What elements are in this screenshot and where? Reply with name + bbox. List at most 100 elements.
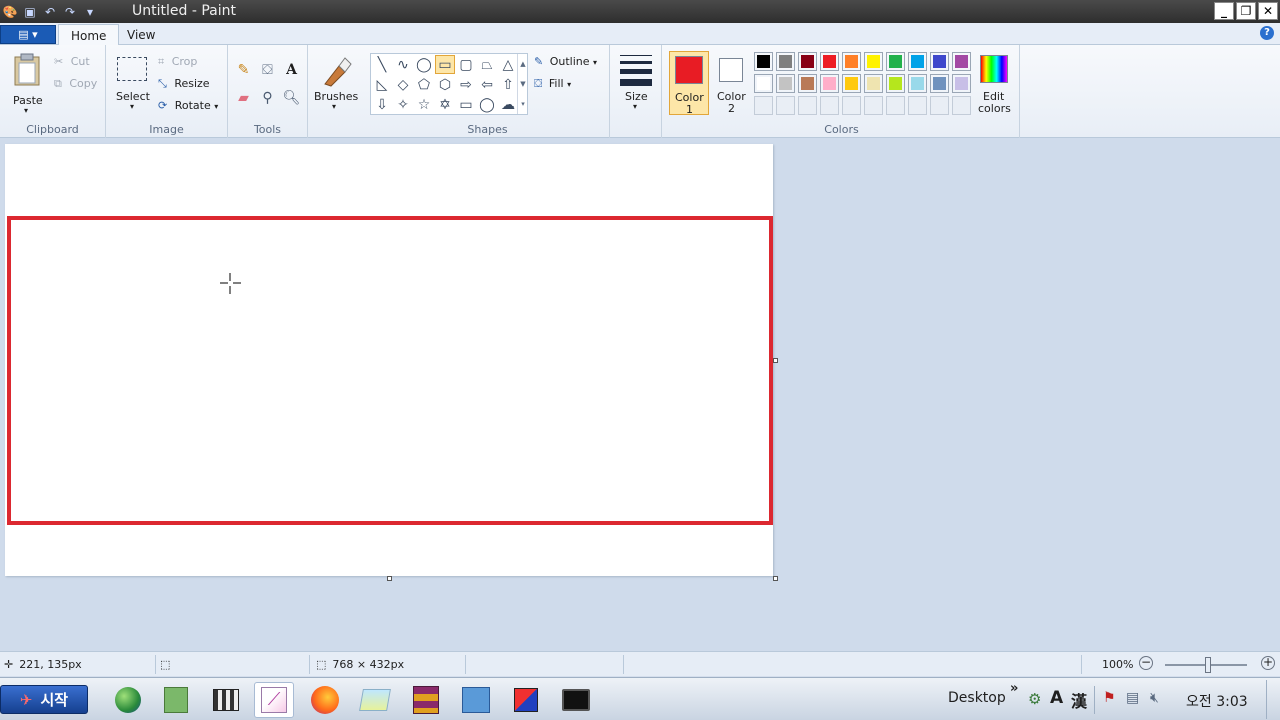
six-point-star-shape-icon[interactable]: ✡ xyxy=(435,95,455,114)
outline-button[interactable]: ✎ Outline ▾ xyxy=(534,55,597,68)
tab-view[interactable]: View xyxy=(115,24,167,46)
palette-swatch-empty[interactable] xyxy=(908,96,927,115)
paint-app-icon[interactable]: ⟋ xyxy=(254,682,294,718)
file-manager-icon[interactable] xyxy=(355,682,395,718)
copy-button[interactable]: ⧉ Copy xyxy=(54,77,97,91)
palette-swatch-empty[interactable] xyxy=(930,96,949,115)
archive-app-icon[interactable] xyxy=(406,682,446,718)
color-picker-icon[interactable]: ⚲ xyxy=(257,88,278,108)
palette-swatch[interactable] xyxy=(754,52,773,71)
palette-swatch[interactable] xyxy=(798,52,817,71)
movie-maker-icon[interactable] xyxy=(206,682,246,718)
zoom-slider-thumb[interactable] xyxy=(1205,657,1211,673)
help-icon[interactable]: ? xyxy=(1260,26,1274,40)
palette-swatch[interactable] xyxy=(820,52,839,71)
control-panel-icon[interactable] xyxy=(456,682,496,718)
palette-swatch-empty[interactable] xyxy=(820,96,839,115)
rounded-rectangle-shape-icon[interactable]: ▢ xyxy=(456,55,476,74)
palette-swatch-empty[interactable] xyxy=(886,96,905,115)
edit-colors-button[interactable]: Edit colors xyxy=(976,51,1014,115)
line-shape-icon[interactable]: ╲ xyxy=(372,55,392,74)
palette-swatch[interactable] xyxy=(908,74,927,93)
close-button[interactable]: ✕ xyxy=(1258,2,1278,20)
palette-swatch[interactable] xyxy=(864,52,883,71)
canvas-workspace[interactable] xyxy=(0,138,1280,651)
clock[interactable]: 오전 3:03 xyxy=(1186,691,1248,711)
text-icon[interactable]: A xyxy=(281,60,302,80)
pencil-icon[interactable]: ✎ xyxy=(233,60,254,80)
palette-swatch[interactable] xyxy=(930,74,949,93)
palette-swatch[interactable] xyxy=(908,52,927,71)
start-button[interactable]: ✈ 시작 xyxy=(0,685,88,714)
palette-swatch[interactable] xyxy=(842,52,861,71)
undo-icon[interactable]: ↶ xyxy=(42,4,58,20)
color1-button[interactable]: Color 1 xyxy=(669,51,709,116)
palette-swatch-empty[interactable] xyxy=(864,96,883,115)
paste-button[interactable]: Paste ▾ xyxy=(6,49,48,115)
browser-globe-icon[interactable] xyxy=(108,682,148,718)
left-arrow-shape-icon[interactable]: ⇦ xyxy=(477,75,497,94)
oval-callout-shape-icon[interactable]: ◯ xyxy=(477,95,497,114)
palette-swatch[interactable] xyxy=(864,74,883,93)
pentagon-shape-icon[interactable]: ⬠ xyxy=(414,75,434,94)
resize-handle-right[interactable] xyxy=(773,358,778,363)
app-menu-icon[interactable]: 🎨 xyxy=(2,4,18,20)
terminal-icon[interactable] xyxy=(556,682,596,718)
crop-button[interactable]: ⌗ Crop xyxy=(158,55,197,69)
ime-mode-a[interactable]: A xyxy=(1050,688,1063,708)
curve-shape-icon[interactable]: ∿ xyxy=(393,55,413,74)
palette-swatch[interactable] xyxy=(952,74,971,93)
down-arrow-shape-icon[interactable]: ⇩ xyxy=(372,95,392,114)
up-arrow-shape-icon[interactable]: ⇧ xyxy=(498,75,518,94)
save-icon[interactable]: ▣ xyxy=(22,4,38,20)
network-icon[interactable]: ▤ xyxy=(1126,690,1139,706)
firefox-icon[interactable] xyxy=(305,682,345,718)
palette-swatch[interactable] xyxy=(798,74,817,93)
hexagon-shape-icon[interactable]: ⬡ xyxy=(435,75,455,94)
desktop-toolbar-label[interactable]: Desktop xyxy=(948,690,1006,706)
fill-button[interactable]: ⛋ Fill ▾ xyxy=(534,77,571,91)
toolbar-chevron-icon[interactable]: » xyxy=(1010,681,1018,696)
palette-swatch[interactable] xyxy=(930,52,949,71)
palette-swatch-empty[interactable] xyxy=(842,96,861,115)
show-desktop-button[interactable] xyxy=(1266,680,1278,719)
select-dropdown-icon[interactable]: ▾ xyxy=(130,102,134,111)
palette-swatch[interactable] xyxy=(754,74,773,93)
minimize-button[interactable]: _ xyxy=(1214,2,1234,20)
zoom-in-button[interactable]: + xyxy=(1261,656,1275,670)
zoom-out-button[interactable]: − xyxy=(1139,656,1153,670)
3d-cube-app-icon[interactable] xyxy=(506,682,546,718)
palette-swatch[interactable] xyxy=(842,74,861,93)
cloud-callout-shape-icon[interactable]: ☁ xyxy=(498,95,518,114)
palette-swatch[interactable] xyxy=(776,74,795,93)
palette-swatch[interactable] xyxy=(886,74,905,93)
color2-button[interactable]: Color 2 xyxy=(712,51,752,115)
right-triangle-shape-icon[interactable]: ◺ xyxy=(372,75,392,94)
eraser-icon[interactable]: ▰ xyxy=(233,88,254,108)
action-center-icon[interactable]: ⚑ xyxy=(1103,690,1116,706)
shapes-scrollbar[interactable]: ▲ ▼ ▾ xyxy=(517,54,528,114)
palette-swatch-empty[interactable] xyxy=(776,96,795,115)
volume-muted-icon[interactable]: 🔇︎ xyxy=(1150,690,1159,706)
palette-swatch[interactable] xyxy=(776,52,795,71)
restore-button[interactable]: ❐ xyxy=(1236,2,1256,20)
tab-home[interactable]: Home xyxy=(58,24,120,46)
brushes-group[interactable]: Brushes ▾ xyxy=(308,45,364,138)
cut-button[interactable]: ✂ Cut xyxy=(54,55,90,68)
ime-icon[interactable]: ⚙ xyxy=(1028,690,1041,708)
drawing-canvas[interactable] xyxy=(5,144,773,576)
palette-swatch[interactable] xyxy=(952,52,971,71)
resize-button[interactable]: ⤡ Resize xyxy=(158,77,210,91)
paste-dropdown-icon[interactable]: ▾ xyxy=(24,106,28,115)
file-menu-button[interactable]: ▤ ▾ xyxy=(0,25,56,44)
fill-bucket-icon[interactable]: ⛋ xyxy=(257,60,278,80)
right-arrow-shape-icon[interactable]: ⇨ xyxy=(456,75,476,94)
triangle-shape-icon[interactable]: △ xyxy=(498,55,518,74)
rectangle-shape-icon[interactable]: ▭ xyxy=(435,55,455,74)
select-button[interactable]: Select ▾ xyxy=(114,53,154,117)
resize-handle-corner[interactable] xyxy=(773,576,778,581)
palette-swatch-empty[interactable] xyxy=(952,96,971,115)
oval-shape-icon[interactable]: ◯ xyxy=(414,55,434,74)
five-point-star-shape-icon[interactable]: ☆ xyxy=(414,95,434,114)
ime-mode-hanja[interactable]: 漢 xyxy=(1071,688,1087,712)
